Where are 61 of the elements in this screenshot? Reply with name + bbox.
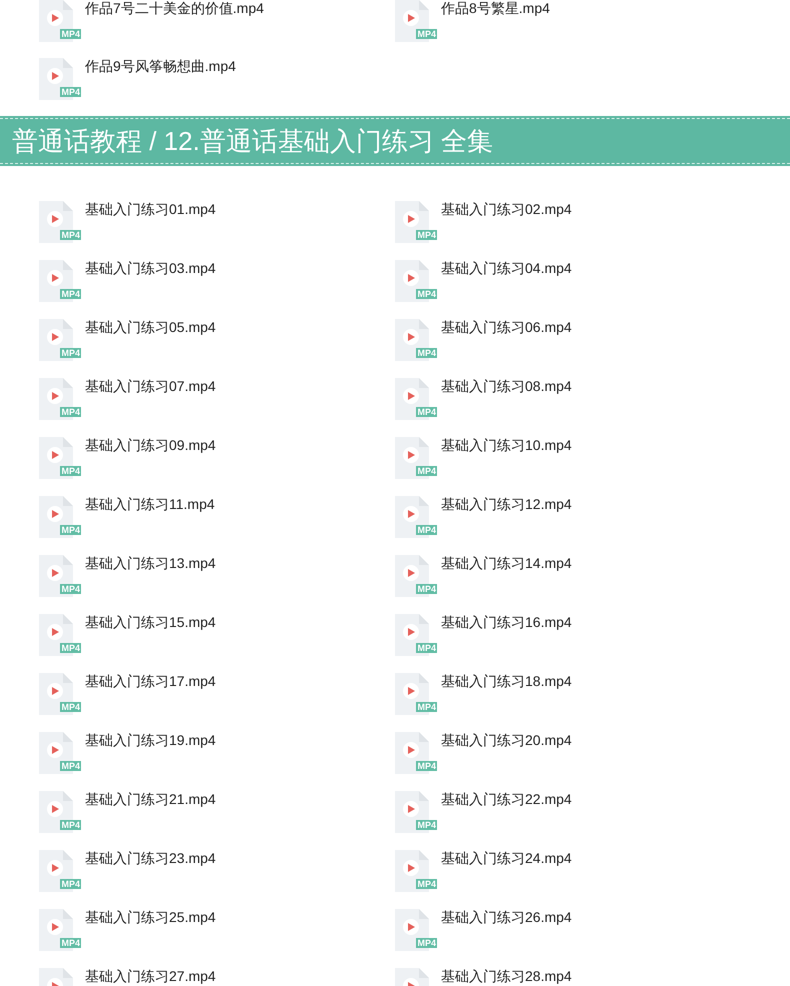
file-type-badge: MP4 — [416, 820, 437, 830]
file-name[interactable]: 基础入门练习11.mp4 — [85, 496, 215, 512]
file-name[interactable]: 作品9号风筝畅想曲.mp4 — [85, 58, 236, 74]
file-name[interactable]: 基础入门练习16.mp4 — [441, 614, 572, 630]
file-name[interactable]: 基础入门练习26.mp4 — [441, 909, 572, 925]
file-name[interactable]: 基础入门练习10.mp4 — [441, 437, 572, 453]
file-type-badge: MP4 — [416, 407, 437, 417]
file-type-badge: MP4 — [416, 29, 437, 39]
file-name[interactable]: 基础入门练习28.mp4 — [441, 968, 572, 984]
file-type-badge: MP4 — [416, 879, 437, 889]
file-name[interactable]: 基础入门练习15.mp4 — [85, 614, 216, 630]
file-name[interactable]: 基础入门练习06.mp4 — [441, 319, 572, 335]
file-name[interactable]: 基础入门练习08.mp4 — [441, 378, 572, 394]
file-type-badge: MP4 — [416, 466, 437, 476]
file-name[interactable]: 基础入门练习27.mp4 — [85, 968, 216, 984]
file-name[interactable]: 基础入门练习05.mp4 — [85, 319, 216, 335]
file-name[interactable]: 基础入门练习13.mp4 — [85, 555, 216, 571]
file-name[interactable]: 基础入门练习19.mp4 — [85, 732, 216, 748]
file-name[interactable]: 基础入门练习04.mp4 — [441, 260, 572, 276]
file-type-badge: MP4 — [416, 348, 437, 358]
file-type-badge: MP4 — [60, 289, 81, 299]
file-name[interactable]: 基础入门练习12.mp4 — [441, 496, 572, 512]
file-type-badge: MP4 — [60, 407, 81, 417]
file-type-badge: MP4 — [416, 702, 437, 712]
file-name[interactable]: 基础入门练习25.mp4 — [85, 909, 216, 925]
file-type-badge: MP4 — [60, 879, 81, 889]
file-name[interactable]: 基础入门练习09.mp4 — [85, 437, 216, 453]
file-type-badge: MP4 — [60, 525, 81, 535]
file-name[interactable]: 基础入门练习14.mp4 — [441, 555, 572, 571]
section-title: 普通话教程 / 12.普通话基础入门练习 全集 — [12, 125, 494, 157]
file-type-badge: MP4 — [60, 230, 81, 240]
file-name[interactable]: 基础入门练习24.mp4 — [441, 850, 572, 866]
file-type-badge: MP4 — [416, 584, 437, 594]
file-name[interactable]: 基础入门练习23.mp4 — [85, 850, 216, 866]
file-type-badge: MP4 — [60, 820, 81, 830]
file-type-badge: MP4 — [60, 643, 81, 653]
file-type-badge: MP4 — [60, 466, 81, 476]
file-type-badge: MP4 — [416, 643, 437, 653]
file-name[interactable]: 基础入门练习01.mp4 — [85, 201, 216, 217]
file-type-badge: MP4 — [416, 230, 437, 240]
file-name[interactable]: 基础入门练习02.mp4 — [441, 201, 572, 217]
file-name[interactable]: 基础入门练习20.mp4 — [441, 732, 572, 748]
file-type-badge: MP4 — [416, 289, 437, 299]
file-name[interactable]: 作品7号二十美金的价值.mp4 — [85, 0, 264, 16]
file-type-badge: MP4 — [416, 761, 437, 771]
file-type-badge: MP4 — [416, 525, 437, 535]
file-name[interactable]: 基础入门练习22.mp4 — [441, 791, 572, 807]
file-type-badge: MP4 — [60, 761, 81, 771]
file-name[interactable]: 基础入门练习17.mp4 — [85, 673, 216, 689]
file-name[interactable]: 基础入门练习21.mp4 — [85, 791, 216, 807]
file-type-badge: MP4 — [60, 938, 81, 948]
file-name[interactable]: 基础入门练习03.mp4 — [85, 260, 216, 276]
file-type-badge: MP4 — [60, 702, 81, 712]
file-name[interactable]: 作品8号繁星.mp4 — [441, 0, 550, 16]
file-type-badge: MP4 — [416, 938, 437, 948]
file-type-badge: MP4 — [60, 29, 81, 39]
file-type-badge: MP4 — [60, 348, 81, 358]
file-type-badge: MP4 — [60, 584, 81, 594]
file-name[interactable]: 基础入门练习18.mp4 — [441, 673, 572, 689]
file-name[interactable]: 基础入门练习07.mp4 — [85, 378, 216, 394]
file-type-badge: MP4 — [60, 87, 81, 97]
